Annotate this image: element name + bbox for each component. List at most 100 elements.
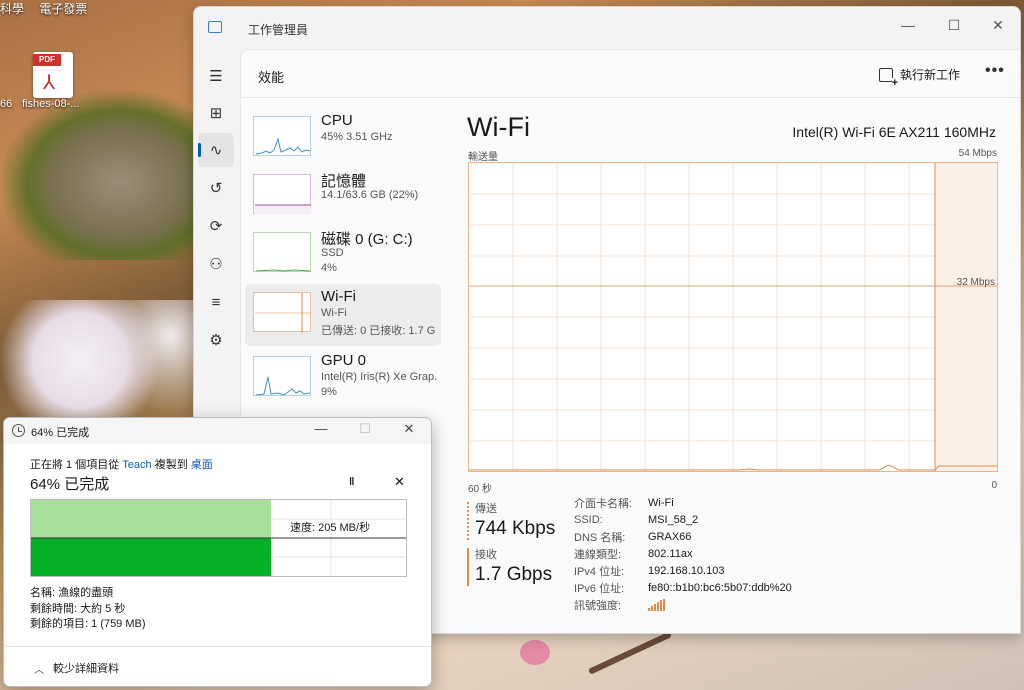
device-sub: 已傳送: 0 已接收: 1.7 G (321, 325, 436, 337)
signal-strength-icon (648, 598, 665, 611)
status-prefix: 正在將 1 個項目從 (30, 459, 123, 471)
minimize-button[interactable]: — (885, 11, 931, 39)
task-manager-app-icon (208, 21, 222, 33)
device-item-cpu[interactable]: CPU 45% 3.51 GHz (245, 108, 441, 170)
speed-label: 速度: 205 MB/秒 (290, 522, 371, 534)
title-bar[interactable]: 工作管理員 — ☐ ✕ (194, 7, 1020, 49)
transfer-speed-graph (30, 499, 407, 577)
desktop-label[interactable]: 電子發票 (39, 2, 87, 16)
copy-status-text: 正在將 1 個項目從 Teach 複製到 桌面 (30, 456, 213, 472)
property-value: 802.11ax (648, 547, 693, 560)
wallpaper-branch (587, 631, 673, 675)
property-value: GRAX66 (648, 530, 692, 543)
receive-label: 接收 (475, 549, 497, 561)
dialog-title: 64% 已完成 (31, 427, 90, 439)
pause-button[interactable]: ǁ (349, 476, 354, 488)
status-mid: 複製到 (151, 459, 191, 471)
run-task-icon (879, 67, 898, 88)
property-value: MSI_58_2 (648, 513, 699, 526)
chevron-up-icon: ︿ (34, 665, 44, 676)
device-sub: 4% (321, 262, 337, 274)
send-stat-bar (467, 502, 469, 540)
device-name: GPU 0 (321, 352, 367, 369)
dialog-close-button[interactable]: ✕ (389, 421, 429, 441)
device-item-memory[interactable]: 記憶體 14.1/63.6 GB (22%) (245, 166, 441, 228)
acrobat-icon: ⅄ (43, 72, 56, 94)
users-icon[interactable]: ⚇ (198, 247, 234, 281)
less-details-button[interactable]: ︿ 較少詳細資料 (4, 646, 431, 686)
services-icon[interactable]: ⚙ (198, 323, 234, 357)
startup-icon[interactable]: ⟳ (198, 209, 234, 243)
property-key: DNS 名稱: (574, 531, 626, 544)
less-details-label: 較少詳細資料 (53, 663, 119, 675)
items-remaining-line: 剩餘的項目: 1 (759 MB) (30, 618, 146, 630)
device-item-gpu[interactable]: GPU 0 Intel(R) Iris(R) Xe Grap. 9% (245, 348, 441, 410)
mid-scale-label: 32 Mbps (956, 277, 995, 288)
throughput-label: 輸送量 (468, 152, 498, 163)
processes-icon[interactable]: ⊞ (198, 96, 234, 130)
property-row: IPv6 位址: fe80::b1b0:bc6:5b07:ddb%20 (574, 579, 792, 596)
file-name-line: 名稱: 漁線的盡頭 (30, 587, 114, 599)
run-new-task-label: 執行新工作 (900, 68, 961, 82)
pdf-badge: PDF (33, 54, 61, 66)
property-row: 連線類型: 802.11ax (574, 545, 792, 562)
copy-progress-dialog: 64% 已完成 — ☐ ✕ 正在將 1 個項目從 Teach 複製到 桌面 64… (3, 417, 432, 687)
property-row: 訊號強度: (574, 596, 792, 613)
property-row: SSID: MSI_58_2 (574, 511, 792, 528)
throughput-graph (468, 162, 998, 472)
run-new-task-button[interactable]: 執行新工作 (879, 66, 961, 88)
device-name: CPU (321, 112, 353, 129)
page-title: 效能 (258, 70, 285, 85)
details-icon[interactable]: ≡ (198, 285, 234, 319)
detail-title: Wi-Fi (467, 112, 530, 142)
source-folder-link[interactable]: Teach (122, 459, 151, 471)
performance-icon[interactable]: ∿ (198, 133, 234, 167)
device-sub: 14.1/63.6 GB (22%) (321, 189, 419, 201)
device-name: 磁碟 0 (G: C:) (321, 231, 413, 248)
adapter-model: Intel(R) Wi-Fi 6E AX211 160MHz (792, 124, 996, 140)
desktop-label[interactable]: 科學 (0, 2, 24, 16)
time-remaining-line: 剩餘時間: 大約 5 秒 (30, 602, 126, 615)
property-key: 介面卡名稱: (574, 497, 633, 510)
wallpaper-bird (0, 90, 200, 260)
device-sub: Intel(R) Iris(R) Xe Grap. (321, 371, 438, 383)
speed-graph-grid (31, 500, 406, 576)
hamburger-icon[interactable]: ☰ (198, 59, 234, 93)
device-item-disk[interactable]: 磁碟 0 (G: C:) SSD 4% (245, 224, 441, 286)
gpu-thumbnail (253, 356, 311, 396)
receive-stat-bar (467, 548, 469, 586)
cpu-thumbnail (253, 116, 311, 156)
device-sub: 45% 3.51 GHz (321, 131, 393, 143)
desktop-file-label[interactable]: fishes-08-... (22, 98, 79, 110)
dialog-minimize-button[interactable]: — (301, 421, 341, 441)
clock-icon (12, 424, 25, 437)
desktop-file-label[interactable]: 66 (0, 98, 12, 110)
device-item-wifi[interactable]: Wi-Fi Wi-Fi 已傳送: 0 已接收: 1.7 G (245, 284, 441, 346)
more-options-button[interactable]: ••• (985, 62, 1005, 80)
dialog-title-bar[interactable]: 64% 已完成 — ☐ ✕ (4, 418, 431, 444)
device-name: Wi-Fi (321, 288, 356, 305)
device-name: 記憶體 (321, 173, 367, 190)
send-label: 傳送 (475, 503, 497, 515)
destination-folder-link[interactable]: 桌面 (191, 459, 213, 471)
close-button[interactable]: ✕ (975, 11, 1020, 39)
progress-fill-light (31, 500, 271, 538)
percent-complete: 64% 已完成 (30, 476, 110, 493)
send-stat: 傳送 744 Kbps (467, 500, 555, 540)
property-key: IPv6 位址: (574, 582, 625, 595)
cancel-copy-button[interactable]: ✕ (394, 474, 405, 490)
maximize-button[interactable]: ☐ (931, 11, 977, 39)
pdf-file-icon[interactable]: PDF ⅄ (33, 52, 73, 98)
window-title: 工作管理員 (248, 23, 309, 37)
desktop-top-labels: 科學 電子發票 (0, 0, 99, 17)
device-sub: SSD (321, 247, 344, 259)
receive-stat: 接收 1.7 Gbps (467, 546, 552, 586)
throughput-grid (469, 163, 997, 471)
send-value: 744 Kbps (475, 518, 556, 539)
time-span-label: 60 秒 (468, 484, 492, 495)
dialog-maximize-button[interactable]: ☐ (345, 421, 385, 441)
adapter-properties: 介面卡名稱: Wi-Fi SSID: MSI_58_2 DNS 名稱: GRAX66 … (574, 494, 792, 613)
app-history-icon[interactable]: ↺ (198, 171, 234, 205)
memory-thumbnail (253, 174, 311, 214)
wallpaper-flowers (0, 300, 200, 420)
